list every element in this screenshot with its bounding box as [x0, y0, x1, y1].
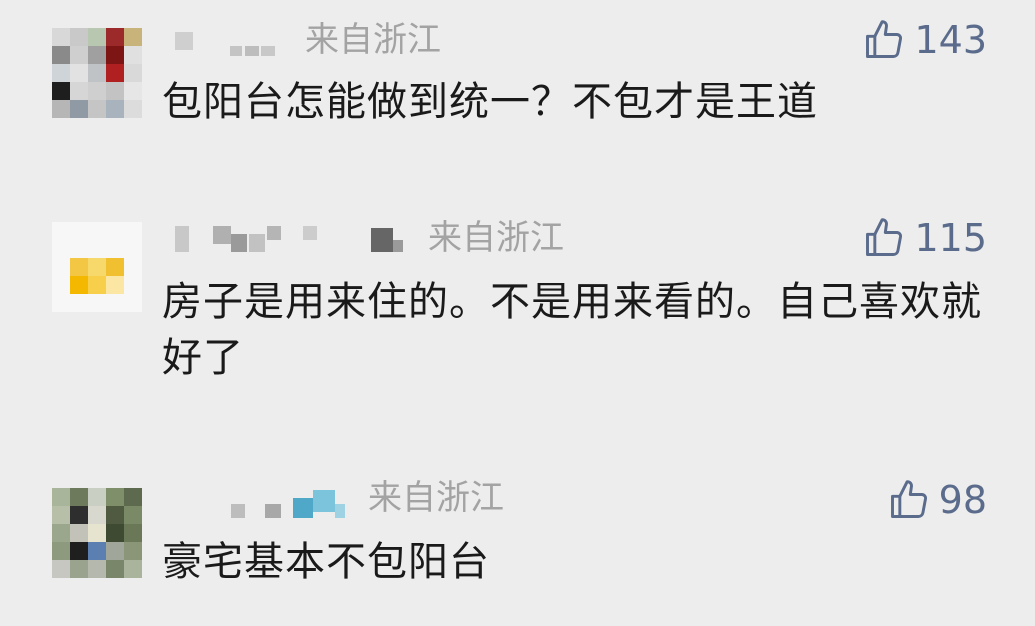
like-button[interactable]: 143: [862, 16, 987, 64]
nickname-blurred[interactable]: [175, 224, 415, 254]
avatar[interactable]: [52, 488, 142, 578]
thumbs-up-icon: [866, 218, 903, 256]
like-button[interactable]: 98: [887, 476, 987, 524]
comment-text: 包阳台怎能做到统一？不包才是王道: [162, 79, 818, 125]
comment-text: 房子是用来住的。不是用来看的。自己喜欢就好了: [162, 279, 982, 381]
thumbs-up-icon: [890, 480, 927, 518]
like-button[interactable]: 115: [862, 214, 987, 262]
avatar[interactable]: [52, 222, 142, 312]
nickname-blurred[interactable]: [175, 488, 355, 518]
like-count: 115: [914, 216, 987, 260]
comment-item: 来自浙江 143 包阳台怎能做到统一？不包才是王道: [0, 0, 1035, 180]
comment-location: 来自浙江: [368, 478, 504, 518]
comment-location: 来自浙江: [305, 20, 441, 60]
like-count: 98: [938, 478, 987, 522]
like-count: 143: [914, 18, 987, 62]
avatar[interactable]: [52, 28, 142, 118]
comment-text: 豪宅基本不包阳台: [162, 539, 490, 585]
comment-item: 来自浙江 115 房子是用来住的。不是用来看的。自己喜欢就好了: [0, 190, 1035, 440]
thumbs-up-icon: [866, 20, 903, 58]
comment-location: 来自浙江: [428, 218, 564, 258]
nickname-blurred[interactable]: [175, 28, 295, 58]
comment-item: 来自浙江 98 豪宅基本不包阳台: [0, 460, 1035, 626]
